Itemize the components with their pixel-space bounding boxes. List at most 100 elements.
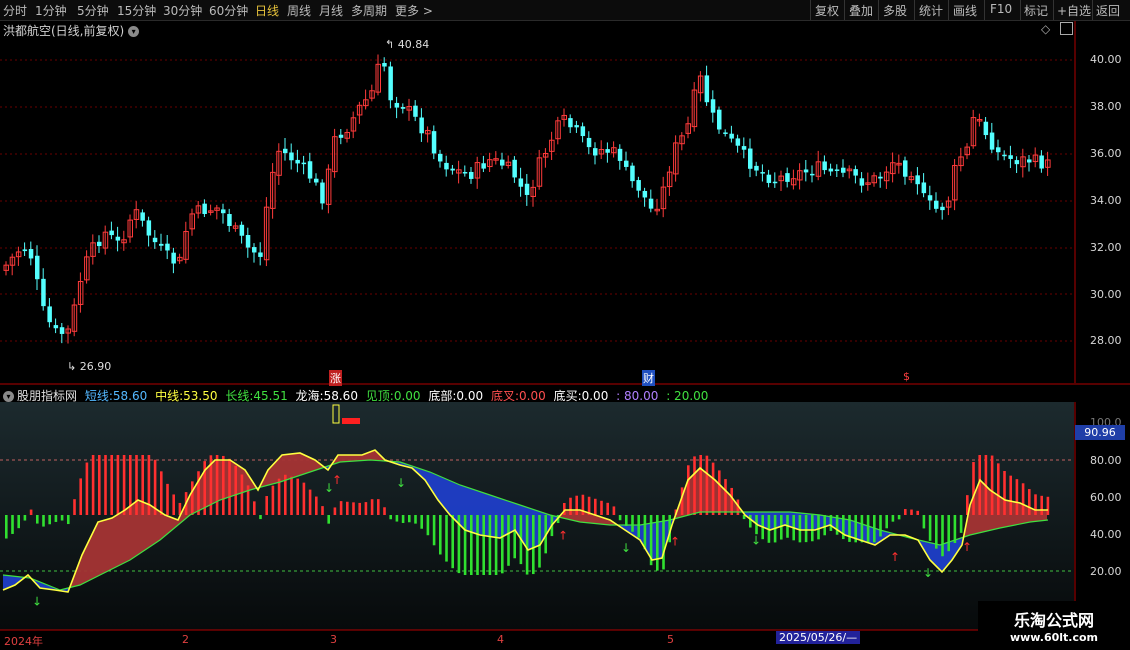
candle-body [1027,159,1032,163]
candle-body [630,165,635,182]
histogram-bar [798,515,802,543]
panel-toggle-icon[interactable] [1060,22,1073,35]
histogram-bar [941,515,944,557]
candle-body [469,171,474,179]
candle-body [940,206,945,211]
level-80-label: : 80.00 [616,389,659,403]
histogram-bar [451,515,454,569]
candle-body [307,161,313,179]
histogram-bar [848,515,851,542]
histogram-bar [327,515,330,524]
finance-marker[interactable]: 财 [642,370,655,386]
candle-body [338,134,344,138]
histogram-bar [947,515,950,552]
candle-body [903,160,908,177]
up-arrow-icon: ↑ [558,528,568,542]
histogram-bar [693,456,696,515]
histogram-bar [699,455,702,515]
histogram-bar [339,501,343,515]
histogram-bar [612,506,616,515]
short-label: 短线: [84,389,113,403]
high-annotation: ↰ 40.84 [385,38,430,51]
histogram-bar [333,507,337,515]
candle-body [996,147,1001,153]
candle-body [283,148,288,154]
histogram-bar [11,515,14,534]
low-annotation: ↳ 26.90 [67,360,112,373]
kline-chart[interactable]: ↓↓ ↓↓↓↓↑↑ ↑↑↑ [0,0,1130,650]
histogram-bar [321,506,324,515]
histogram-bar [377,499,380,515]
histogram-bar [290,476,293,515]
top-value: 0.00 [393,389,421,403]
candle-body [115,236,121,241]
candle-body [921,182,927,194]
candle-body [252,247,257,253]
candle-body [723,132,728,134]
level-20-label: : 20.00 [666,389,709,403]
histogram-bar [990,455,994,515]
zhang-marker[interactable]: 涨 [329,370,342,386]
candle-body [289,152,294,161]
price-label: 34.00 [1090,194,1122,207]
histogram-bar [401,515,405,523]
histogram-bar [922,515,926,529]
histogram-bar [141,455,144,515]
buy-label: 底买: [553,389,582,403]
candle-body [741,146,747,150]
candle-body [710,99,716,113]
candle-body [915,175,920,185]
histogram-bar [804,515,808,543]
candle-body [605,149,610,153]
up-arrow-icon: ↑ [332,473,342,487]
histogram-bar [749,515,752,528]
histogram-bar [606,502,609,515]
stock-title[interactable]: 洪都航空(日线,前复权) ▾ [3,22,140,39]
histogram-bar [414,515,417,524]
histogram-bar [315,496,318,515]
candle-body [810,173,815,176]
mid-label: 中线: [155,389,184,403]
histogram-bar [17,515,20,529]
candle-body [524,183,530,195]
histogram-bar [532,515,535,575]
histogram-bar [997,463,1000,515]
chevron-down-icon[interactable]: ▾ [3,391,14,402]
dividend-marker[interactable]: $ [903,370,910,383]
ind-axis-label: 20.00 [1090,565,1122,578]
histogram-bar [364,502,368,515]
cross-value: 0.00 [519,389,546,403]
histogram-bar [296,478,299,515]
histogram-bar [147,455,151,515]
diamond-icon[interactable]: ◇ [1041,22,1050,36]
watermark-title: 乐淘公式网 [1013,611,1094,630]
low-price-label: 26.90 [79,360,112,373]
histogram-bar [370,499,374,515]
candle-body [431,131,437,154]
histogram-bar [420,515,423,529]
histogram-bar [60,515,64,521]
candle-body [617,148,623,161]
ind-axis-label: 80.00 [1090,454,1122,467]
top-label: 见顶: [365,389,394,403]
histogram-bar [662,515,665,570]
histogram-bar [513,515,516,559]
up-arrow-icon: ↑ [890,550,900,564]
histogram-bar [656,515,659,571]
candle-body [35,255,40,280]
candle-body [394,102,400,108]
candle-body [760,172,765,174]
candle-body [438,153,443,162]
chevron-down-icon[interactable]: ▾ [128,26,140,37]
histogram-bar [494,515,498,575]
price-label: 32.00 [1090,241,1122,254]
high-price-label: 40.84 [397,38,430,51]
histogram-bar [54,515,58,522]
histogram-bar [488,515,492,575]
histogram-bar [637,515,640,538]
stock-title-text: 洪都航空(日线,前复权) [3,24,125,38]
dragon-label: 龙海: [295,389,324,403]
buy-value: 0.00 [581,389,609,403]
indicator-name[interactable]: 股朋指标网 [17,389,77,403]
histogram-bar [618,515,622,521]
